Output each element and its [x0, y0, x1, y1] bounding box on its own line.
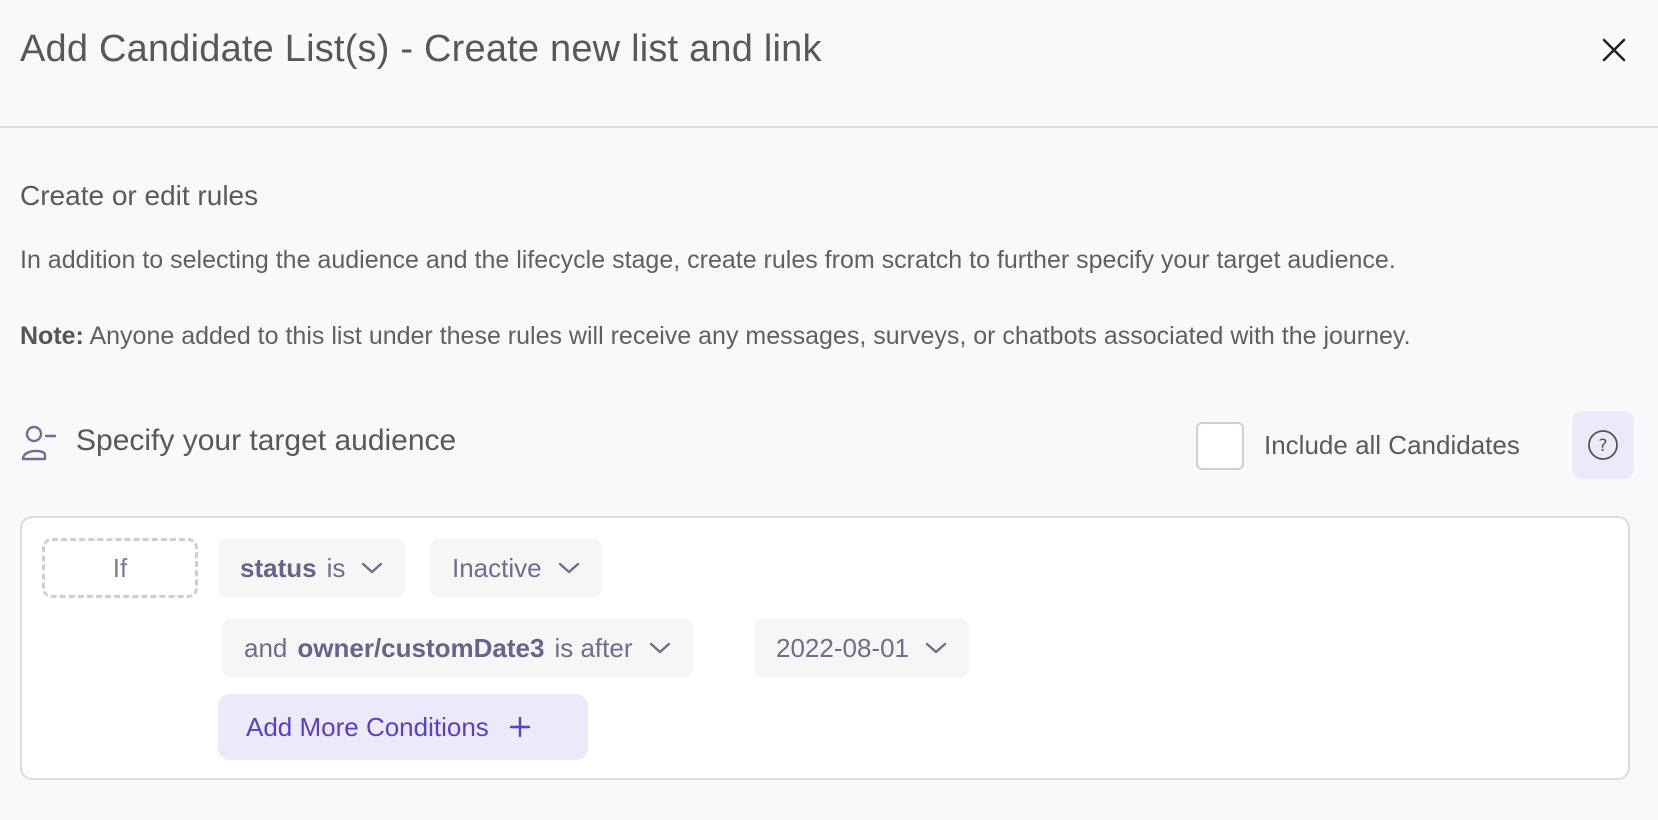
- note-body: Anyone added to this list under these ru…: [89, 322, 1411, 350]
- help-icon: ?: [1588, 430, 1618, 460]
- chevron-down-icon: [362, 562, 383, 574]
- plus-icon: [509, 716, 531, 738]
- chevron-down-icon: [558, 562, 579, 574]
- add-more-conditions-label: Add More Conditions: [246, 711, 489, 742]
- include-all-checkbox[interactable]: [1196, 422, 1244, 470]
- chevron-down-icon: [925, 642, 947, 654]
- note-text: Note: Anyone added to this list under th…: [20, 322, 1411, 351]
- note-label: Note:: [20, 322, 84, 350]
- condition-field: owner/customDate3: [297, 632, 545, 663]
- condition-value: Inactive: [452, 552, 542, 583]
- condition-value-select[interactable]: 2022-08-01: [754, 618, 969, 678]
- condition-value-select[interactable]: Inactive: [430, 538, 602, 598]
- condition-operator: is after: [554, 632, 633, 663]
- section-description: In addition to selecting the audience an…: [20, 246, 1396, 274]
- svg-text:?: ?: [1598, 436, 1607, 456]
- if-chip[interactable]: If: [42, 538, 198, 598]
- condition-value: 2022-08-01: [776, 632, 909, 663]
- chevron-down-icon: [649, 642, 670, 654]
- include-all-label[interactable]: Include all Candidates: [1264, 430, 1520, 461]
- close-icon: [1602, 38, 1626, 62]
- close-button[interactable]: [1596, 32, 1632, 68]
- help-button[interactable]: ?: [1572, 411, 1634, 479]
- section-title: Create or edit rules: [20, 180, 259, 211]
- condition-connector: and: [244, 632, 288, 663]
- user-minus-icon: [21, 425, 56, 461]
- dialog-title: Add Candidate List(s) - Create new list …: [20, 28, 822, 70]
- add-more-conditions-button[interactable]: Add More Conditions: [218, 694, 588, 760]
- condition-field-select[interactable]: and owner/customDate3 is after: [222, 618, 693, 678]
- condition-operator: is: [326, 552, 346, 583]
- condition-field-select[interactable]: status is: [218, 538, 406, 598]
- condition-field: status: [240, 552, 317, 583]
- dialog-header: Add Candidate List(s) - Create new list …: [0, 0, 1658, 128]
- audience-title: Specify your target audience: [76, 424, 457, 457]
